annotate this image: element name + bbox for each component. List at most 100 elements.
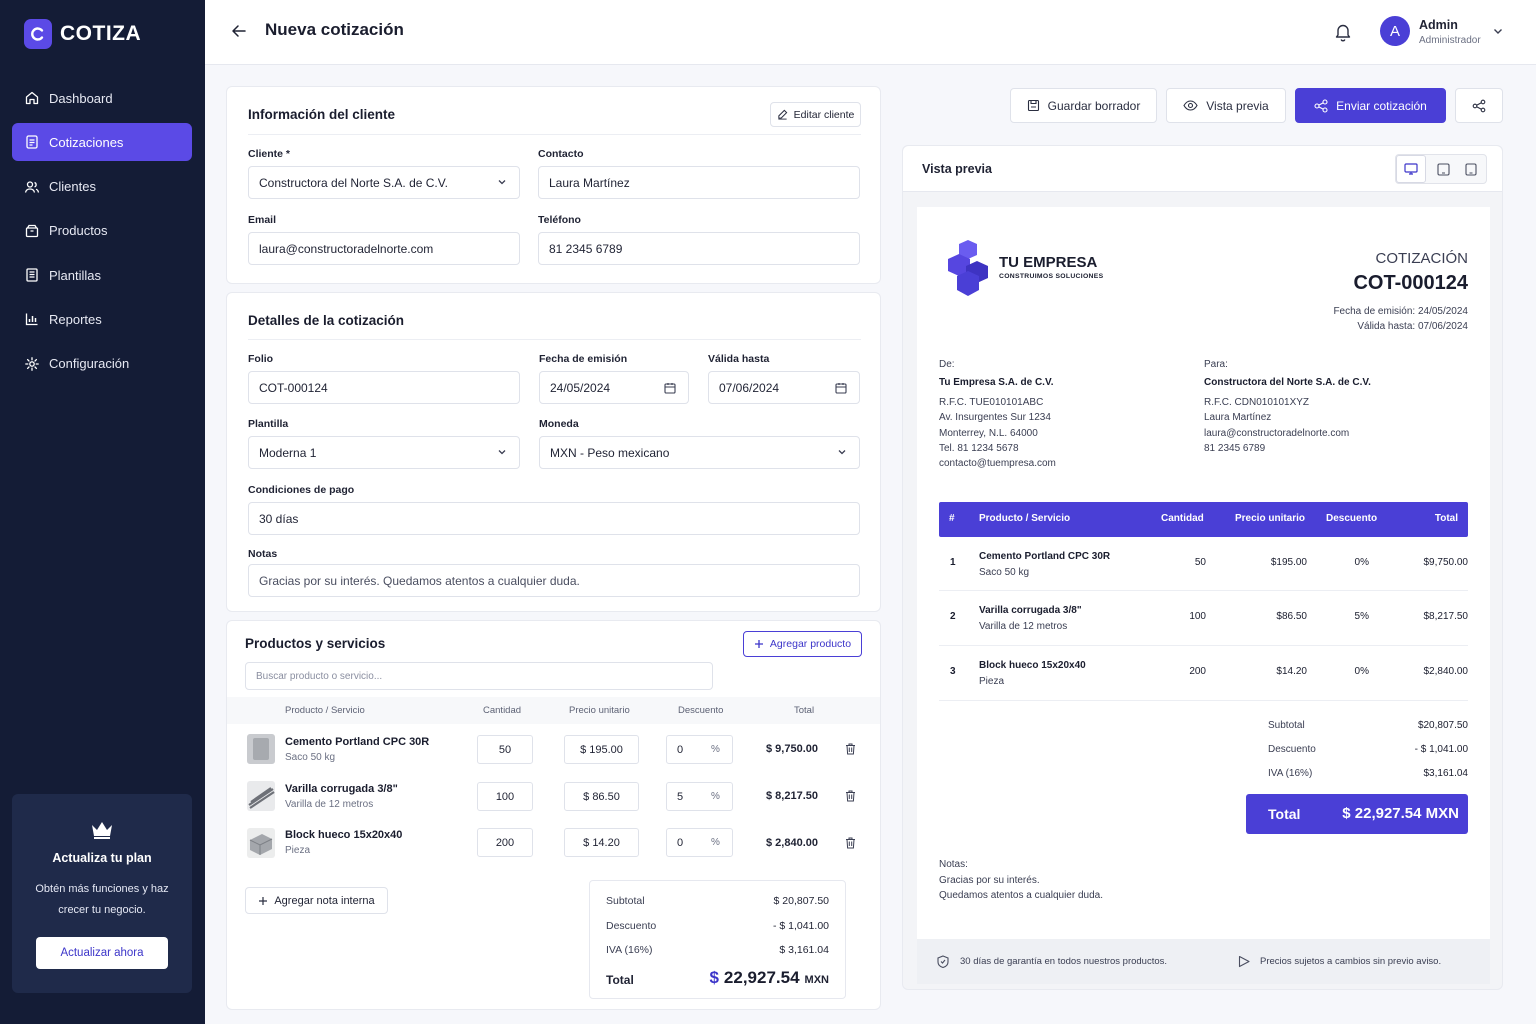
valid-until-field[interactable]: 07/06/2024 xyxy=(708,371,860,404)
edit-client-button[interactable]: Editar cliente xyxy=(770,102,861,127)
valid-until-label: Válida hasta xyxy=(708,353,770,365)
total-label: Total xyxy=(606,973,634,987)
home-icon xyxy=(25,91,39,105)
totals-summary: Subtotal $ 20,807.50 Descuento - $ 1,041… xyxy=(589,880,846,999)
quantity-input[interactable]: 50 xyxy=(477,735,533,764)
upgrade-text: Obtén más funciones y haz crecer tu nego… xyxy=(35,883,169,916)
crown-icon xyxy=(92,822,112,839)
client-label: Cliente * xyxy=(248,148,291,160)
preview-button[interactable]: Vista previa xyxy=(1166,88,1286,123)
add-note-label: Agregar nota interna xyxy=(274,894,375,907)
sidebar-item-productos[interactable]: Productos xyxy=(12,212,192,250)
discount-input[interactable]: 0 % xyxy=(666,735,733,764)
product-name: Varilla corrugada 3/8" xyxy=(285,783,398,795)
template-select[interactable]: Moderna 1 xyxy=(248,436,520,469)
from-line: Av. Insurgentes Sur 1234 xyxy=(939,412,1051,423)
calendar-icon[interactable] xyxy=(664,382,676,394)
percent-symbol: % xyxy=(711,837,720,848)
sidebar-item-plantillas[interactable]: Plantillas xyxy=(12,256,192,294)
save-draft-button[interactable]: Guardar borrador xyxy=(1010,88,1157,123)
trash-icon[interactable] xyxy=(845,743,856,755)
trash-icon[interactable] xyxy=(845,790,856,802)
folio-value: COT-000124 xyxy=(259,380,328,395)
column-header: Total xyxy=(794,705,815,716)
phone-field[interactable]: 81 2345 6789 xyxy=(538,232,860,265)
mobile-view-toggle[interactable] xyxy=(1458,155,1484,183)
avatar[interactable]: A xyxy=(1380,16,1410,46)
client-info-card: Información del cliente Editar cliente C… xyxy=(226,86,881,284)
add-product-button[interactable]: Agregar producto xyxy=(743,631,862,657)
discount-input[interactable]: 5 % xyxy=(666,782,733,811)
unit-price-input[interactable]: $ 195.00 xyxy=(564,735,639,764)
row-discount: 5% xyxy=(1354,611,1369,622)
sidebar-item-label: Cotizaciones xyxy=(49,134,124,150)
product-unit: Saco 50 kg xyxy=(285,752,336,763)
upgrade-button[interactable]: Actualizar ahora xyxy=(36,937,168,969)
currency-value: MXN - Peso mexicano xyxy=(550,445,670,460)
unit-price-input[interactable]: $ 86.50 xyxy=(564,782,639,811)
sidebar-item-reportes[interactable]: Reportes xyxy=(12,300,192,338)
sidebar-item-cotizaciones[interactable]: Cotizaciones xyxy=(12,123,192,162)
sidebar-item-dashboard[interactable]: Dashboard xyxy=(12,79,192,117)
contact-label: Contacto xyxy=(538,148,584,160)
card-title: Productos y servicios xyxy=(245,636,386,651)
bell-icon[interactable] xyxy=(1334,22,1352,42)
discount-value: 0 xyxy=(677,836,684,849)
email-field[interactable]: laura@constructoradelnorte.com xyxy=(248,232,520,265)
footer-guarantee: 30 días de garantía en todos nuestros pr… xyxy=(960,956,1168,967)
back-arrow-icon[interactable] xyxy=(231,23,247,39)
row-unit: Saco 50 kg xyxy=(979,567,1030,578)
product-unit: Pieza xyxy=(285,845,311,856)
send-arrow-icon xyxy=(1238,955,1250,968)
desktop-view-toggle[interactable] xyxy=(1396,155,1426,183)
issue-date-field[interactable]: 24/05/2024 xyxy=(539,371,689,404)
preview-panel: Vista previa TU EMPRESA CONSTRUIMOS SOLU… xyxy=(902,145,1503,990)
client-select[interactable]: Constructora del Norte S.A. de C.V. xyxy=(248,166,520,199)
column-header: # xyxy=(949,513,955,524)
row-qty: 200 xyxy=(1189,666,1206,677)
payment-terms-field[interactable]: 30 días xyxy=(248,502,860,535)
subtotal-value: $ 20,807.50 xyxy=(773,895,829,907)
app-name: COTIZA xyxy=(60,22,142,45)
row-discount: 0% xyxy=(1354,666,1369,677)
to-line: laura@constructoradelnorte.com xyxy=(1204,428,1350,439)
quote-details-card: Detalles de la cotización Folio COT-0001… xyxy=(226,292,881,612)
tablet-view-toggle[interactable] xyxy=(1430,155,1456,183)
chevron-down-icon[interactable] xyxy=(1493,27,1503,35)
folio-field[interactable]: COT-000124 xyxy=(248,371,520,404)
edit-client-label: Editar cliente xyxy=(793,108,855,121)
app-logo[interactable]: COTIZA xyxy=(24,19,141,49)
sidebar-item-clientes[interactable]: Clientes xyxy=(12,168,192,206)
quantity-input[interactable]: 100 xyxy=(477,782,533,811)
quantity-input[interactable]: 200 xyxy=(477,828,533,857)
doc-notes-label: Notas: xyxy=(939,859,968,870)
discount-input[interactable]: 0 % xyxy=(666,828,733,857)
unit-price-input[interactable]: $ 14.20 xyxy=(564,828,639,857)
from-label: De: xyxy=(939,359,955,370)
upgrade-card: Actualiza tu plan Obtén más funciones y … xyxy=(12,794,192,993)
calendar-icon[interactable] xyxy=(835,382,847,394)
sidebar-item-label: Configuración xyxy=(49,356,130,372)
discount-label: Descuento xyxy=(606,920,657,932)
eye-icon xyxy=(1183,100,1198,111)
add-internal-note-button[interactable]: Agregar nota interna xyxy=(245,887,388,914)
doc-discount-label: Descuento xyxy=(1268,744,1316,755)
doc-total-value: $ 22,927.54 MXN xyxy=(1342,805,1459,822)
add-product-label: Agregar producto xyxy=(769,638,852,650)
page-title: Nueva cotización xyxy=(265,20,404,39)
product-search-input[interactable]: Buscar producto o servicio... xyxy=(245,662,713,690)
currency-select[interactable]: MXN - Peso mexicano xyxy=(539,436,860,469)
to-line: Laura Martínez xyxy=(1204,412,1272,423)
send-quote-button[interactable]: Enviar cotización xyxy=(1295,88,1446,123)
doc-notes-line: Quedamos atentos a cualquier duda. xyxy=(939,890,1103,901)
sidebar-item-configuracion[interactable]: Configuración xyxy=(12,345,192,383)
card-title: Información del cliente xyxy=(248,107,396,122)
discount-total-value: - $ 1,041.00 xyxy=(772,920,829,932)
contact-field[interactable]: Laura Martínez xyxy=(538,166,860,199)
template-icon xyxy=(26,268,38,282)
share-button[interactable] xyxy=(1455,88,1503,123)
row-unit: Varilla de 12 metros xyxy=(979,621,1068,632)
trash-icon[interactable] xyxy=(845,837,856,849)
notes-field[interactable]: Gracias por su interés. Quedamos atentos… xyxy=(248,564,860,597)
from-line: Tel. 81 1234 5678 xyxy=(939,443,1019,454)
